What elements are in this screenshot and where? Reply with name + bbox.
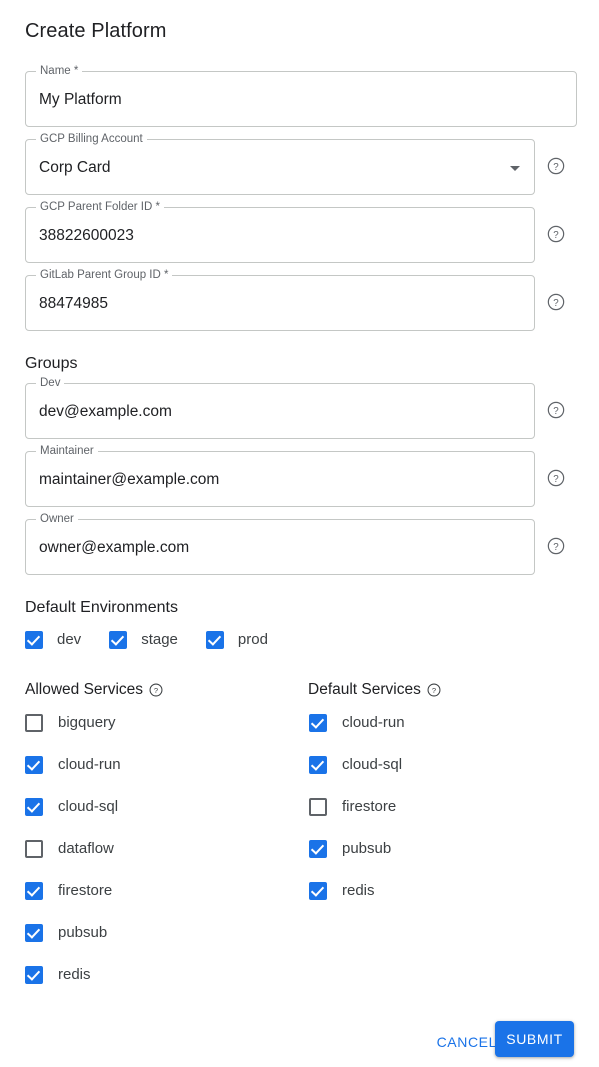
checkbox-icon[interactable] <box>25 714 43 732</box>
checkbox-icon[interactable] <box>309 840 327 858</box>
cancel-button[interactable]: CANCEL <box>429 1029 505 1055</box>
checkbox-icon[interactable] <box>25 631 43 649</box>
default-service-cloud-run[interactable]: cloud-run <box>309 713 405 733</box>
allowed-service-cloud-run[interactable]: cloud-run <box>25 755 121 775</box>
group-maintainer-legend: Maintainer <box>36 445 98 458</box>
default-service-firestore[interactable]: firestore <box>309 797 396 817</box>
checkbox-icon[interactable] <box>206 631 224 649</box>
group-dev-legend: Dev <box>36 377 64 390</box>
default-environments-heading: Default Environments <box>25 598 178 618</box>
allowed-service-cloud-sql[interactable]: cloud-sql <box>25 797 118 817</box>
group-owner-value: owner@example.com <box>39 537 189 559</box>
default-service-label-redis: redis <box>342 881 375 901</box>
default-service-label-cloud-run: cloud-run <box>342 713 405 733</box>
allowed-service-label-cloud-sql: cloud-sql <box>58 797 118 817</box>
name-field[interactable]: Name * My Platform <box>25 71 577 127</box>
group-dev-field[interactable]: Dev dev@example.com <box>25 383 535 439</box>
checkbox-icon[interactable] <box>309 882 327 900</box>
create-platform-form: Create Platform Name * My Platform GCP B… <box>0 0 599 1067</box>
svg-text:?: ? <box>154 686 158 695</box>
allowed-services-help-icon[interactable]: ? <box>149 683 163 697</box>
checkbox-icon[interactable] <box>309 756 327 774</box>
allowed-service-dataflow[interactable]: dataflow <box>25 839 114 859</box>
allowed-service-label-redis: redis <box>58 965 91 985</box>
allowed-services-heading-label: Allowed Services <box>25 680 143 700</box>
allowed-service-label-cloud-run: cloud-run <box>58 755 121 775</box>
checkbox-icon[interactable] <box>25 924 43 942</box>
default-service-redis[interactable]: redis <box>309 881 375 901</box>
groups-heading: Groups <box>25 354 77 374</box>
svg-text:?: ? <box>553 406 559 417</box>
env-label-stage: stage <box>141 630 178 650</box>
group-owner-help-icon[interactable]: ? <box>547 537 565 555</box>
group-maintainer-help-icon[interactable]: ? <box>547 469 565 487</box>
default-service-label-firestore: firestore <box>342 797 396 817</box>
gitlab-parent-group-id-value: 88474985 <box>39 293 108 315</box>
gitlab-parent-group-id-help-icon[interactable]: ? <box>547 293 565 311</box>
svg-text:?: ? <box>553 298 559 309</box>
chevron-down-icon[interactable] <box>510 166 520 171</box>
checkbox-icon[interactable] <box>25 756 43 774</box>
group-maintainer-value: maintainer@example.com <box>39 469 219 491</box>
group-owner-legend: Owner <box>36 513 78 526</box>
default-services-help-icon[interactable]: ? <box>427 683 441 697</box>
checkbox-icon[interactable] <box>25 798 43 816</box>
svg-text:?: ? <box>432 686 436 695</box>
gcp-billing-account-value: Corp Card <box>39 157 111 179</box>
allowed-service-pubsub[interactable]: pubsub <box>25 923 107 943</box>
svg-text:?: ? <box>553 162 559 173</box>
group-dev-value: dev@example.com <box>39 401 172 423</box>
env-checkbox-prod[interactable]: prod <box>206 630 268 650</box>
default-service-label-pubsub: pubsub <box>342 839 391 859</box>
gitlab-parent-group-id-legend: GitLab Parent Group ID * <box>36 269 172 282</box>
form-footer: CANCEL SUBMIT <box>0 1020 599 1064</box>
page-title: Create Platform <box>25 18 167 44</box>
default-service-label-cloud-sql: cloud-sql <box>342 755 402 775</box>
allowed-services-heading: Allowed Services ? <box>25 680 163 700</box>
allowed-service-label-firestore: firestore <box>58 881 112 901</box>
gcp-parent-folder-id-help-icon[interactable]: ? <box>547 225 565 243</box>
gcp-parent-folder-id-legend: GCP Parent Folder ID * <box>36 201 164 214</box>
svg-text:?: ? <box>553 474 559 485</box>
gcp-parent-folder-id-value: 38822600023 <box>39 225 134 247</box>
gcp-billing-account-legend: GCP Billing Account <box>36 133 147 146</box>
gcp-parent-folder-id-field[interactable]: GCP Parent Folder ID * 38822600023 <box>25 207 535 263</box>
default-service-cloud-sql[interactable]: cloud-sql <box>309 755 402 775</box>
env-checkbox-dev[interactable]: dev <box>25 630 81 650</box>
checkbox-icon[interactable] <box>309 798 327 816</box>
default-services-heading: Default Services ? <box>308 680 441 700</box>
group-dev-help-icon[interactable]: ? <box>547 401 565 419</box>
svg-text:?: ? <box>553 542 559 553</box>
group-maintainer-field[interactable]: Maintainer maintainer@example.com <box>25 451 535 507</box>
name-field-value: My Platform <box>39 89 122 111</box>
default-environments-list: dev stage prod <box>25 630 296 650</box>
allowed-service-firestore[interactable]: firestore <box>25 881 112 901</box>
gitlab-parent-group-id-field[interactable]: GitLab Parent Group ID * 88474985 <box>25 275 535 331</box>
checkbox-icon[interactable] <box>25 840 43 858</box>
name-field-legend: Name * <box>36 65 82 78</box>
checkbox-icon[interactable] <box>25 966 43 984</box>
env-label-prod: prod <box>238 630 268 650</box>
default-services-heading-label: Default Services <box>308 680 421 700</box>
allowed-service-redis[interactable]: redis <box>25 965 91 985</box>
env-label-dev: dev <box>57 630 81 650</box>
gcp-billing-account-help-icon[interactable]: ? <box>547 157 565 175</box>
submit-button[interactable]: SUBMIT <box>495 1021 574 1057</box>
checkbox-icon[interactable] <box>309 714 327 732</box>
checkbox-icon[interactable] <box>25 882 43 900</box>
default-service-pubsub[interactable]: pubsub <box>309 839 391 859</box>
env-checkbox-stage[interactable]: stage <box>109 630 178 650</box>
allowed-service-label-bigquery: bigquery <box>58 713 116 733</box>
allowed-service-label-pubsub: pubsub <box>58 923 107 943</box>
checkbox-icon[interactable] <box>109 631 127 649</box>
allowed-service-label-dataflow: dataflow <box>58 839 114 859</box>
allowed-service-bigquery[interactable]: bigquery <box>25 713 116 733</box>
svg-text:?: ? <box>553 230 559 241</box>
gcp-billing-account-select[interactable]: GCP Billing Account Corp Card <box>25 139 535 195</box>
group-owner-field[interactable]: Owner owner@example.com <box>25 519 535 575</box>
